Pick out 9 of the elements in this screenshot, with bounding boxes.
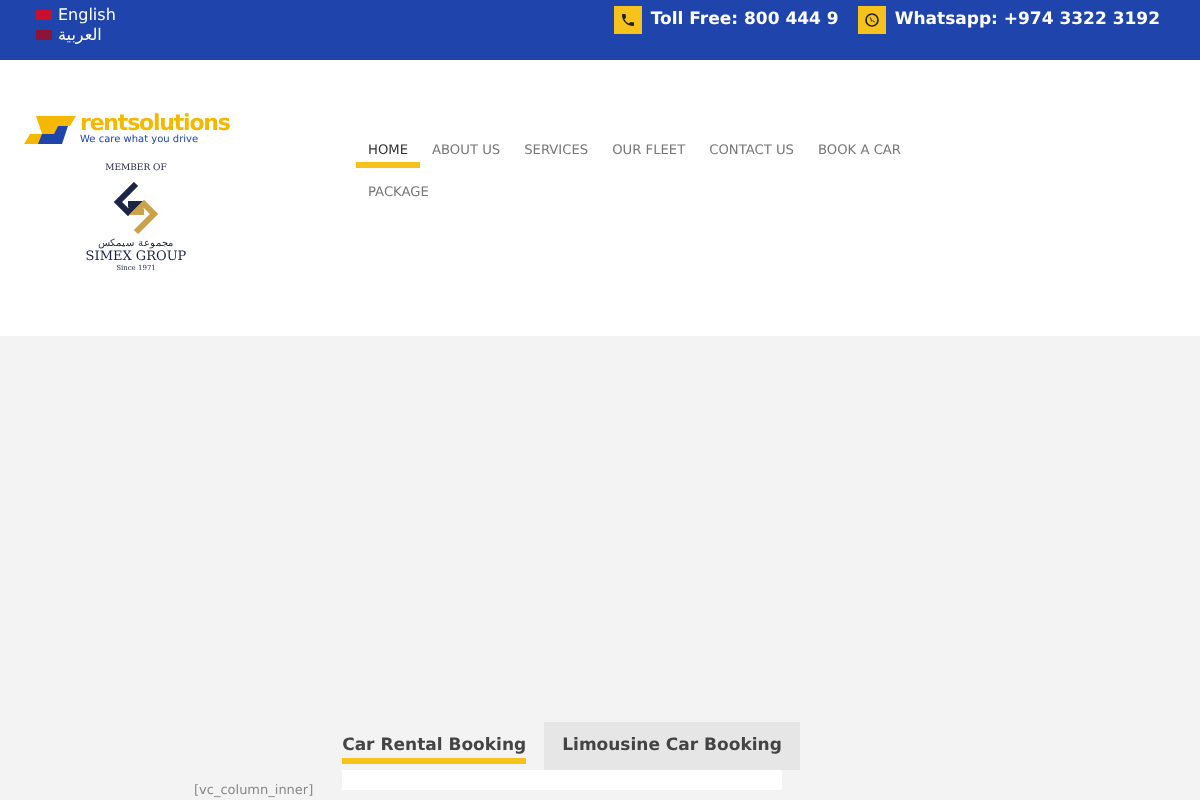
phone-icon xyxy=(620,12,637,28)
logo-text: rentsolutions xyxy=(80,112,230,134)
language-link[interactable]: English xyxy=(36,6,116,24)
language-link[interactable]: العربية xyxy=(36,26,116,44)
logo-mark-icon xyxy=(24,115,76,143)
contact-link[interactable]: Toll Free: 800 444 9 xyxy=(614,6,839,34)
booking-tab[interactable]: Limousine Car Booking xyxy=(544,722,800,770)
contact-link[interactable]: Whatsapp: +974 3322 3192 xyxy=(858,6,1160,34)
group-logo-icon xyxy=(110,181,162,234)
